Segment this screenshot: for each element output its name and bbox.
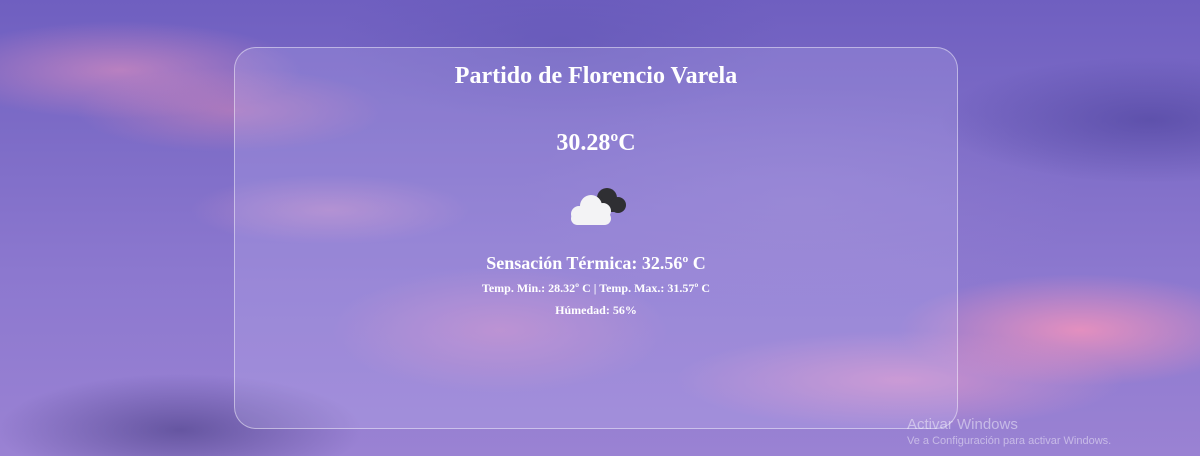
current-temperature: 30.28ºC <box>556 130 636 156</box>
clouds-icon <box>565 184 631 228</box>
city-name: Partido de Florencio Varela <box>454 63 738 89</box>
humidity: Húmedad: 56% <box>555 303 637 317</box>
feels-like: Sensación Térmica: 32.56º C <box>486 253 706 273</box>
watermark-title: Activar Windows <box>907 416 1018 433</box>
activation-watermark: Activar Windows Ve a Configuración para … <box>907 416 1111 449</box>
watermark-subtitle: Ve a Configuración para activar Windows. <box>907 435 1112 447</box>
min-max-temperature: Temp. Min.: 28.32º C | Temp. Max.: 31.57… <box>481 281 711 295</box>
weather-card: Partido de Florencio Varela 30.28ºC Sens… <box>234 47 958 429</box>
